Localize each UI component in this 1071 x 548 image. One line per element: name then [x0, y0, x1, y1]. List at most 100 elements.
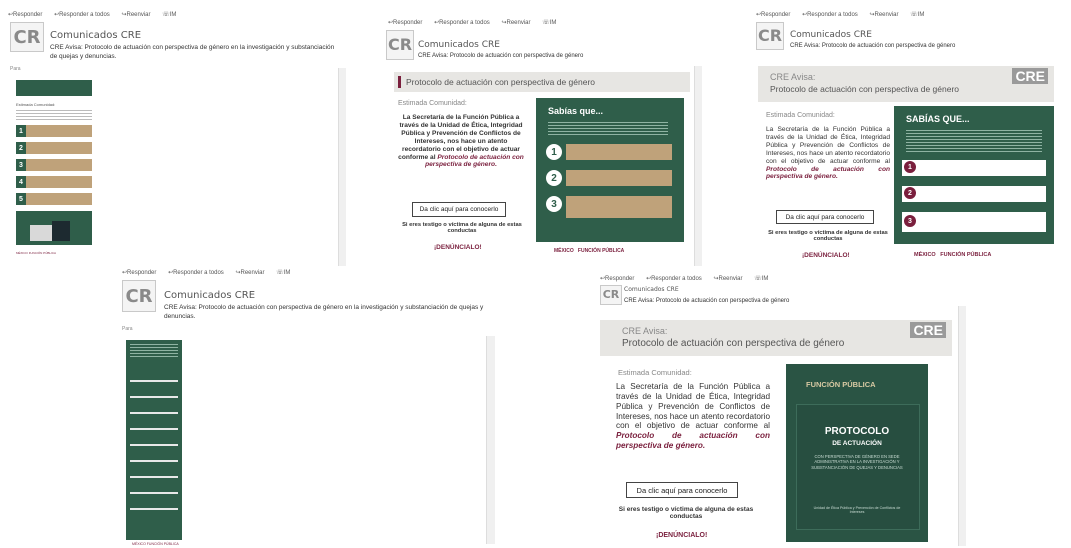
- reply-all-button[interactable]: ↩Responder a todos: [168, 270, 229, 276]
- list-item-4: 4: [16, 176, 92, 188]
- scrollbar[interactable]: [486, 336, 495, 544]
- list-item-5: 5: [16, 193, 92, 205]
- email-screenshot-4: ↩Responder ↩Responder a todos ↪Reenviar …: [118, 266, 498, 548]
- email-body: Estimada Comunidad: 1 2 3 4 5 MÉXICO FUN…: [16, 80, 92, 266]
- reply-button[interactable]: ↩Responder: [8, 12, 47, 18]
- sender-avatar: CR: [122, 280, 156, 312]
- email-screenshot-3: ↩Responder ↩Responder a todos ↪Reenviar …: [750, 8, 1066, 266]
- message-toolbar: ↩Responder ↩Responder a todos ↪Reenviar …: [8, 10, 186, 20]
- im-button[interactable]: ☏IM: [276, 270, 295, 276]
- cover-title: PROTOCOLO: [824, 426, 890, 437]
- cover-unit: Unidad de Ética Pública y Prevención de …: [813, 506, 901, 514]
- banner-title: Protocolo de actuación con perspectiva d…: [394, 72, 690, 92]
- number-badge: 3: [16, 159, 26, 171]
- sender-name: Comunicados CRE: [164, 290, 256, 301]
- forward-button[interactable]: ↪Reenviar: [235, 270, 269, 276]
- intro-text: La Secretaría de la Función Pública a tr…: [616, 382, 770, 451]
- number-badge: 1: [904, 161, 916, 173]
- reply-all-button[interactable]: ↩Responder a todos: [54, 12, 115, 18]
- number-badge: 2: [904, 187, 916, 199]
- para-label: Para: [10, 66, 21, 72]
- sender-avatar: CR: [756, 22, 784, 50]
- number-badge: 2: [16, 142, 26, 154]
- reply-button[interactable]: ↩Responder: [756, 12, 795, 18]
- message-toolbar: ↩Responder ↩Responder a todos ↪Reenviar …: [122, 268, 300, 278]
- forward-button[interactable]: ↪Reenviar: [501, 20, 535, 26]
- denuncialo-text: ¡DENÚNCIALO!: [656, 532, 708, 539]
- sender-name: Comunicados CRE: [790, 30, 872, 40]
- intro-lines: [16, 110, 92, 120]
- cover-brand: FUNCIÓN PÚBLICA: [806, 380, 876, 389]
- intro-text: La Secretaría de la Función Pública a tr…: [766, 126, 890, 181]
- sender-avatar: CR: [600, 285, 622, 305]
- cover-description: CON PERSPECTIVA DE GÉNERO EN SEDE ADMINI…: [811, 454, 903, 470]
- witness-text: Si eres testigo o víctima de alguna de e…: [402, 222, 522, 234]
- greeting: Estimada Comunidad:: [766, 112, 835, 119]
- reply-all-button[interactable]: ↩Responder a todos: [646, 276, 707, 282]
- email-screenshot-5: ↩Responder ↩Responder a todos ↪Reenviar …: [596, 272, 966, 548]
- denuncialo-text: ¡DENÚNCIALO!: [434, 244, 482, 251]
- sabias-title: SABÍAS QUE...: [906, 114, 970, 124]
- message-toolbar: ↩Responder ↩Responder a todos ↪Reenviar …: [756, 10, 934, 20]
- email-body: [126, 340, 182, 540]
- sabias-title: Sabías que...: [548, 106, 604, 116]
- reply-all-button[interactable]: ↩Responder a todos: [802, 12, 863, 18]
- learn-more-button[interactable]: Da clic aquí para conocerlo: [626, 482, 738, 498]
- email-body: CRE Avisa: Protocolo de actuación con pe…: [600, 320, 952, 546]
- sender-name: Comunicados CRE: [418, 40, 500, 50]
- reply-button[interactable]: ↩Responder: [600, 276, 639, 282]
- number-badge: 1: [546, 144, 562, 160]
- learn-more-button[interactable]: Da clic aquí para conocerlo: [776, 210, 874, 224]
- message-toolbar: ↩Responder ↩Responder a todos ↪Reenviar …: [600, 274, 778, 284]
- greeting: Estimada Comunidad:: [16, 102, 56, 107]
- number-badge: 3: [904, 215, 916, 227]
- im-button[interactable]: ☏IM: [754, 276, 773, 282]
- learn-more-button[interactable]: Da clic aquí para conocerlo: [412, 202, 506, 217]
- email-screenshot-1: ↩Responder ↩Responder a todos ↪Reenviar …: [4, 8, 346, 266]
- footer-logos: MÉXICO FUNCIÓN PÚBLICA: [914, 252, 992, 258]
- reply-button[interactable]: ↩Responder: [388, 20, 427, 26]
- footer-logos: MÉXICO FUNCIÓN PÚBLICA: [16, 251, 57, 255]
- email-subject: CRE Avisa: Protocolo de actuación con pe…: [790, 43, 956, 49]
- witness-text: Si eres testigo o víctima de alguna de e…: [768, 230, 888, 242]
- cre-mark: CRE: [1012, 68, 1048, 84]
- sender-name: Comunicados CRE: [50, 30, 142, 41]
- im-button[interactable]: ☏IM: [542, 20, 561, 26]
- reply-all-button[interactable]: ↩Responder a todos: [434, 20, 495, 26]
- forward-button[interactable]: ↪Reenviar: [713, 276, 747, 282]
- list-item-1: 1: [16, 125, 92, 137]
- intro-text: La Secretaría de la Función Pública a tr…: [398, 114, 524, 169]
- reply-button[interactable]: ↩Responder: [122, 270, 161, 276]
- im-button[interactable]: ☏IM: [162, 12, 181, 18]
- sender-avatar: CR: [386, 30, 414, 60]
- message-toolbar: ↩Responder ↩Responder a todos ↪Reenviar …: [388, 18, 566, 28]
- sabias-card: Sabías que... 1 2 3: [536, 98, 684, 242]
- scrollbar[interactable]: [958, 306, 966, 546]
- list-item-2: 2: [16, 142, 92, 154]
- denuncialo-text: ¡DENÚNCIALO!: [802, 252, 850, 259]
- number-badge: 2: [546, 170, 562, 186]
- greeting: Estimada Comunidad:: [618, 368, 692, 377]
- photo-block: [16, 211, 92, 245]
- email-body: CRE Avisa: Protocolo de actuación con pe…: [758, 66, 1062, 266]
- email-screenshot-2: ↩Responder ↩Responder a todos ↪Reenviar …: [384, 16, 702, 268]
- im-button[interactable]: ☏IM: [910, 12, 929, 18]
- email-subject: CRE Avisa: Protocolo de actuación con pe…: [624, 298, 790, 304]
- email-subject: CRE Avisa: Protocolo de actuación con pe…: [164, 304, 484, 320]
- email-subject: CRE Avisa: Protocolo de actuación con pe…: [50, 44, 335, 60]
- forward-button[interactable]: ↪Reenviar: [869, 12, 903, 18]
- header-banner: [16, 80, 92, 96]
- sender-name: Comunicados CRE: [624, 286, 679, 293]
- cover-subtitle: DE ACTUACIÓN: [832, 440, 882, 447]
- forward-button[interactable]: ↪Reenviar: [121, 12, 155, 18]
- scrollbar[interactable]: [338, 68, 346, 266]
- scrollbar[interactable]: [694, 66, 702, 266]
- banner-title: CRE Avisa: Protocolo de actuación con pe…: [600, 320, 952, 356]
- footer-logos: MÉXICO FUNCIÓN PÚBLICA: [554, 248, 625, 254]
- cre-mark: CRE: [910, 322, 946, 338]
- banner-title: CRE Avisa: Protocolo de actuación con pe…: [758, 66, 1054, 102]
- email-body: Protocolo de actuación con perspectiva d…: [394, 68, 690, 264]
- email-subject: CRE Avisa: Protocolo de actuación con pe…: [418, 53, 584, 59]
- list-item-3: 3: [16, 159, 92, 171]
- footer-logos: MÉXICO FUNCIÓN PÚBLICA: [132, 542, 179, 546]
